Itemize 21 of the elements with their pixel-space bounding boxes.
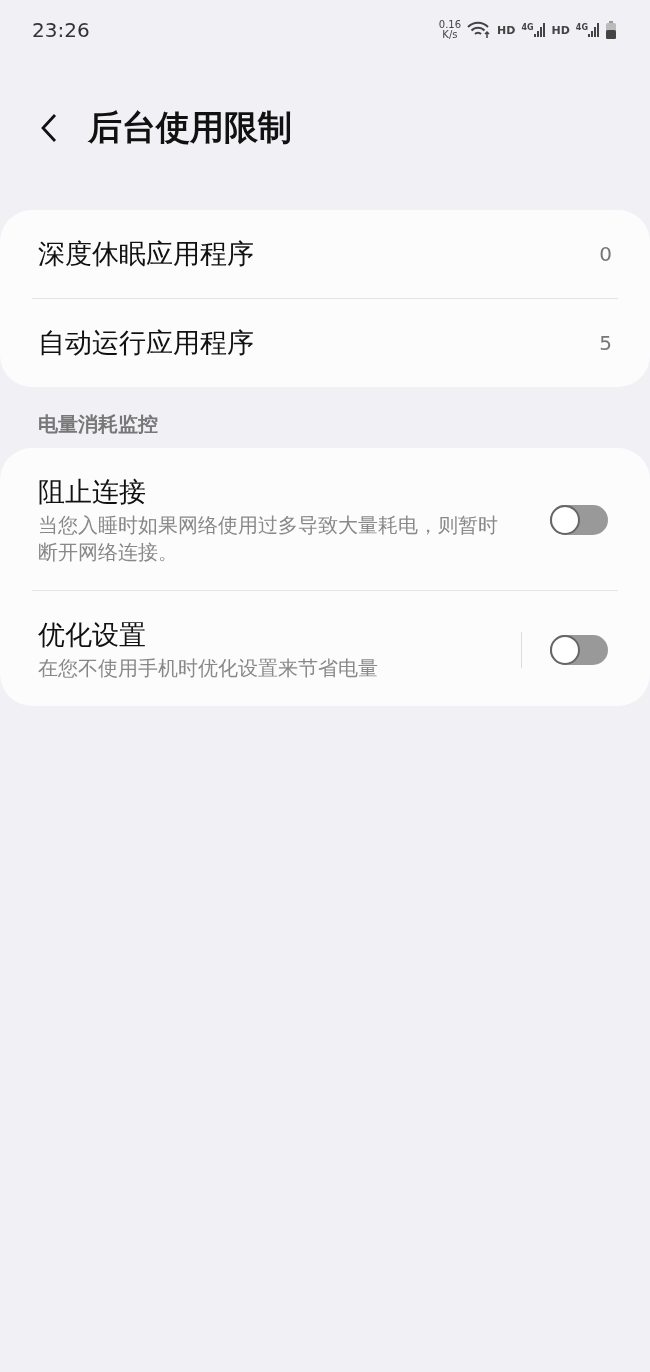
setting-description: 当您入睡时如果网络使用过多导致大量耗电，则暂时断开网络连接。 (38, 512, 499, 566)
setting-title: 优化设置 (38, 618, 147, 652)
network-speed: 0.16 K/s (438, 20, 462, 40)
hd-label: HD (551, 23, 570, 37)
list-item[interactable]: 深度休眠应用程序 0 (32, 210, 618, 298)
status-time: 23:26 (32, 18, 90, 42)
toggle-switch[interactable] (550, 505, 608, 535)
setting-description: 在您不使用手机时优化设置来节省电量 (38, 655, 379, 682)
toggle-switch[interactable] (550, 634, 608, 665)
list-item[interactable]: 自动运行应用程序 5 (32, 299, 618, 387)
signal-icon (588, 23, 600, 37)
hd-label: HD (497, 23, 516, 37)
network-type: 4G (521, 23, 534, 32)
setting-title: 阻止连接 (38, 475, 147, 509)
page-title: 后台使用限制 (88, 106, 292, 149)
signal-icon (533, 23, 546, 37)
back-icon[interactable] (40, 113, 58, 143)
wifi-icon (467, 21, 492, 39)
battery-icon (606, 21, 616, 39)
network-type: 4G (575, 23, 588, 32)
section-title: 电量消耗监控 (37, 411, 159, 438)
